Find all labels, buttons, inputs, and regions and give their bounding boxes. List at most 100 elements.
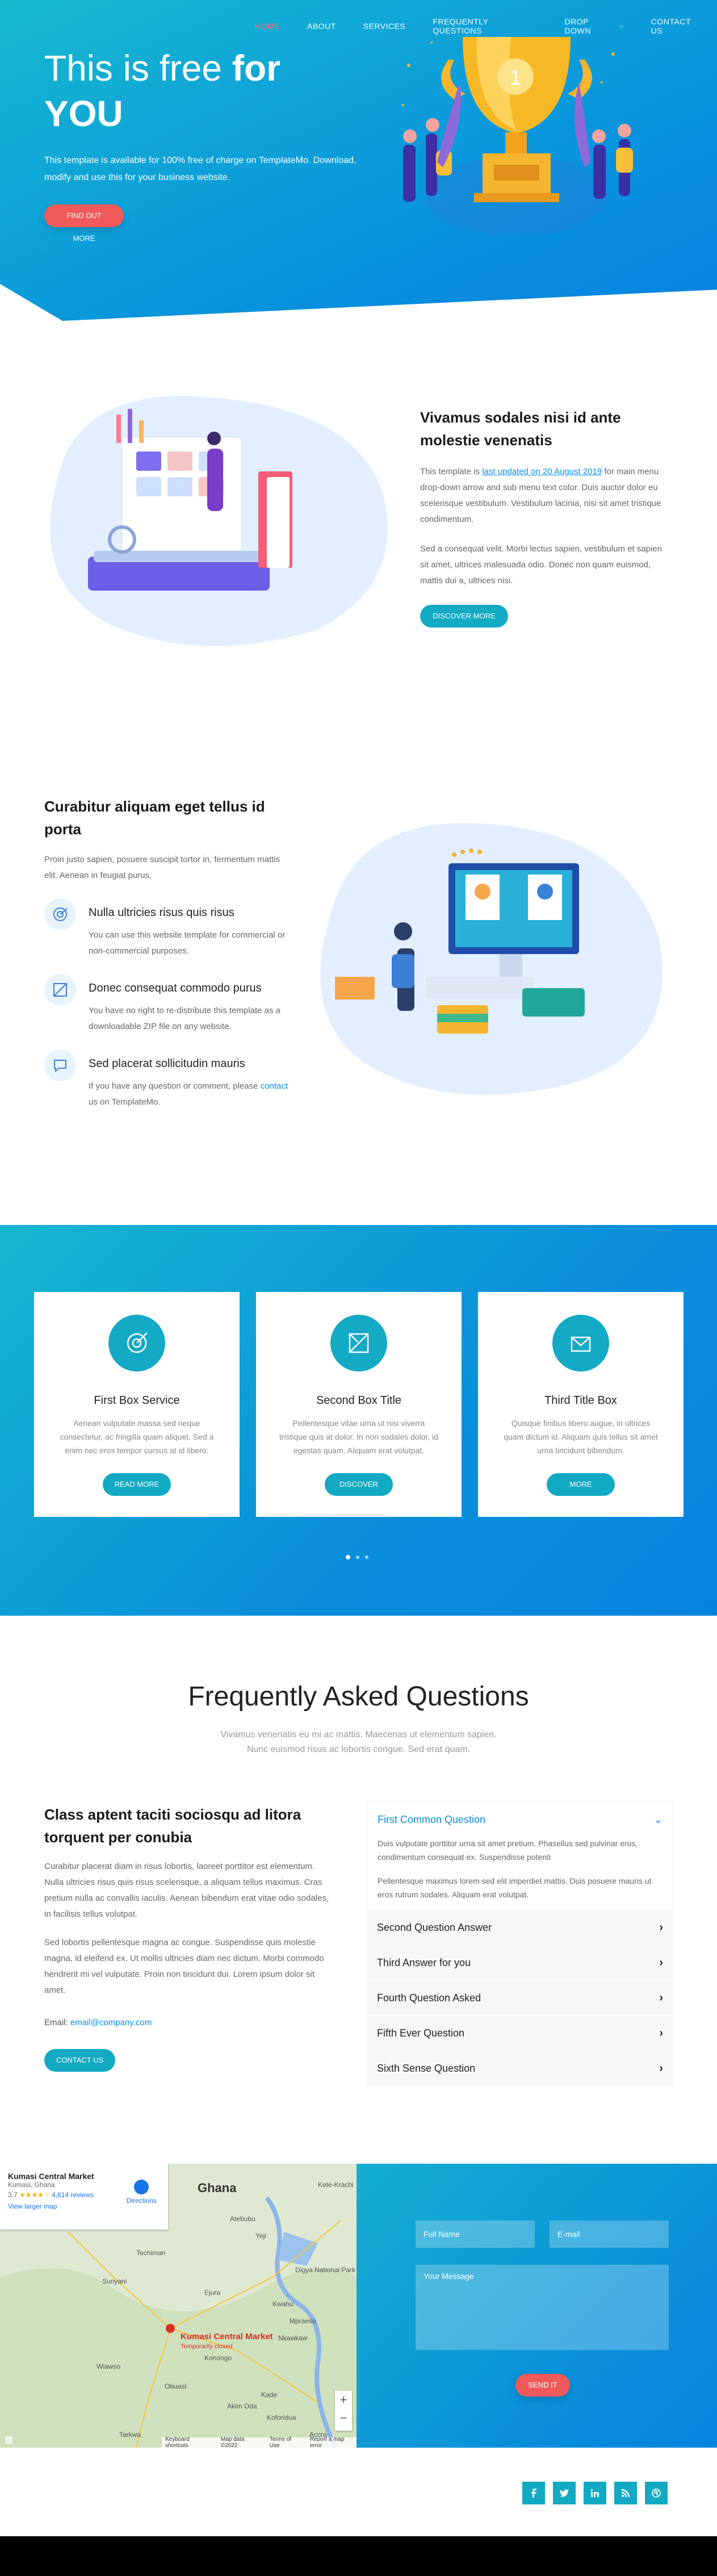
service-card: First Box Service Aenean vulputate massa…: [34, 1292, 240, 1517]
accordion-item[interactable]: Sixth Sense Question ›: [367, 2051, 673, 2086]
faq-left-title: Class aptent taciti sociosqu ad litora t…: [44, 1806, 301, 1846]
about-paragraph-1: This template is last updated on 20 Augu…: [420, 467, 661, 524]
chevron-right-icon: ›: [659, 1956, 663, 1969]
service-text: Quisque finibus libero augue, in ultrice…: [504, 1419, 658, 1455]
about-title: Vivamus sodales nisi id ante molestie ve…: [420, 409, 621, 449]
service-title: Third Title Box: [544, 1394, 617, 1407]
feature-title: Nulla ultricies risus quis risus: [89, 906, 234, 919]
faq-left-paragraph-1: Curabitur placerat diam in risus loborti…: [44, 1862, 329, 1919]
service-text: Pellentesque vitae urna ut nisi viverra …: [279, 1419, 439, 1455]
feature-text: You have no right to re-distribute this …: [89, 1006, 280, 1031]
accordion-item[interactable]: Fourth Question Asked ›: [367, 1980, 673, 2015]
features-title: Curabitur aliquam eget tellus id porta: [44, 798, 265, 838]
carousel-dot[interactable]: [365, 1555, 368, 1559]
map-zoom-control: + −: [335, 2391, 352, 2431]
terms-link[interactable]: Terms of Use: [270, 2436, 302, 2448]
chevron-down-icon: ⌵: [619, 23, 624, 30]
service-card: Second Box Title Pellentesque vitae urna…: [256, 1292, 462, 1517]
directions-icon: [134, 2180, 149, 2194]
service-title: First Box Service: [94, 1394, 180, 1407]
faq-accordion: First Common Question ⌄ Duis vulputate p…: [367, 1802, 673, 2086]
linkedin-icon[interactable]: [584, 2482, 606, 2504]
rss-icon[interactable]: [614, 2482, 637, 2504]
feature-title: Sed placerat sollicitudin mauris: [89, 1057, 245, 1070]
twitter-icon[interactable]: [553, 2482, 576, 2504]
google-map[interactable]: Atebubu Kete-Krachi Yeji Digya National …: [0, 2164, 357, 2448]
service-text: Aenean vulputate massa sed neque consect…: [60, 1419, 214, 1455]
keyboard-shortcuts-link[interactable]: Keyboard shortcuts: [165, 2436, 213, 2448]
carousel-dots: [346, 1555, 368, 1559]
email-field[interactable]: E-mail: [550, 2220, 669, 2248]
discover-more-button[interactable]: DISCOVER MORE: [325, 1473, 393, 1511]
map-pin-status: Temporarily closed: [181, 2343, 233, 2350]
hero-section: HOME ABOUT SERVICES FREQUENTLY QUESTIONS…: [0, 0, 717, 324]
discover-more-button[interactable]: DISCOVER MORE: [420, 605, 508, 628]
target-icon: [108, 1315, 165, 1371]
contact-link[interactable]: contact: [261, 1081, 288, 1091]
accordion-item[interactable]: Fifth Ever Question ›: [367, 2015, 673, 2051]
faq-subtitle: Vivamus venenatis eu mi ac mattis. Maece…: [220, 1730, 497, 1754]
contact-form: Full Name E-mail Your Message SEND IT: [357, 2164, 717, 2448]
footer-bar: [0, 2536, 717, 2576]
svg-text:1: 1: [509, 66, 521, 90]
contact-section: Atebubu Kete-Krachi Yeji Digya National …: [0, 2164, 717, 2470]
find-out-more-button[interactable]: FIND OUT MORE: [44, 204, 124, 242]
zoom-in-button[interactable]: +: [335, 2391, 352, 2409]
email-link[interactable]: email@company.com: [70, 2018, 152, 2027]
map-country-label: Ghana: [198, 2181, 237, 2195]
map-pin-label[interactable]: Kumasi Central Market: [181, 2332, 273, 2341]
carousel-dot[interactable]: [346, 1555, 350, 1559]
zoom-out-button[interactable]: −: [335, 2409, 352, 2427]
accordion-answer: Duis vulputate porttitor urna sit amet p…: [378, 1839, 652, 1899]
hero-lead: This template is available for 100% free…: [44, 156, 357, 182]
map-info-card: Kumasi Central Market Kumasi, Ghana 3.7 …: [0, 2164, 168, 2230]
accordion-item-open: First Common Question ⌄ Duis vulputate p…: [367, 1802, 673, 1910]
map-footer: Keyboard shortcuts Map data ©2022 Terms …: [162, 2436, 357, 2448]
workspace-illustration: [320, 823, 663, 1095]
chevron-down-icon: ⌄: [653, 1813, 663, 1825]
google-logo: ▦: [5, 2435, 14, 2445]
social-links: [522, 2482, 668, 2504]
faq-heading: Frequently Asked Questions: [188, 1682, 529, 1712]
accordion-question: First Common Question: [378, 1813, 486, 1825]
service-title: Second Box Title: [316, 1394, 402, 1407]
nav-home[interactable]: HOME: [241, 17, 293, 35]
contact-us-button[interactable]: CONTACT US: [44, 2049, 115, 2072]
read-more-button[interactable]: READ MORE: [103, 1473, 171, 1496]
feature-title: Donec consequat commodo purus: [89, 982, 262, 994]
trophy-illustration: 1: [402, 37, 633, 236]
last-updated-link[interactable]: last updated on 20 August 2019: [482, 467, 602, 476]
service-card: Third Title Box Quisque finibus libero a…: [478, 1292, 684, 1517]
feature-item: Nulla ultricies risus quis risus You can…: [44, 898, 294, 959]
feature-text: You can use this website template for co…: [89, 930, 286, 956]
accordion-item[interactable]: Second Question Answer ›: [367, 1910, 673, 1945]
dashboard-illustration: [50, 396, 388, 646]
accordion-header[interactable]: First Common Question ⌄: [367, 1803, 673, 1837]
faq-left-paragraph-2: Sed lobortis pellentesque magna ac congu…: [44, 1938, 324, 1995]
carousel-dot[interactable]: [356, 1555, 359, 1559]
accordion-item[interactable]: Third Answer for you ›: [367, 1945, 673, 1980]
place-name: Kumasi Central Market: [8, 2172, 94, 2181]
design-icon: [44, 974, 76, 1006]
map-data-text: Map data ©2022: [220, 2436, 245, 2448]
message-field[interactable]: Your Message: [416, 2265, 669, 2350]
about-section: Vivamus sodales nisi id ante molestie ve…: [0, 375, 717, 693]
features-section: Curabitur aliquam eget tellus id porta P…: [0, 784, 717, 1147]
report-error-link[interactable]: Report a map error: [310, 2436, 357, 2448]
chat-icon: [44, 1049, 76, 1081]
dribbble-icon[interactable]: [645, 2482, 668, 2504]
facebook-icon[interactable]: [522, 2482, 545, 2504]
full-name-field[interactable]: Full Name: [416, 2220, 535, 2248]
feature-text: If you have any question or comment, ple…: [89, 1081, 288, 1107]
chevron-right-icon: ›: [659, 1992, 663, 2004]
about-paragraph-2: Sed a consequat velit. Morbi lectus sapi…: [420, 544, 663, 586]
feature-item: Sed placerat sollicitudin mauris If you …: [44, 1049, 294, 1110]
send-button[interactable]: SEND IT: [515, 2374, 570, 2397]
email-line: Email: email@company.com: [44, 2018, 152, 2027]
feature-item: Donec consequat commodo purus You have n…: [44, 974, 294, 1035]
directions-button[interactable]: Directions: [127, 2180, 157, 2205]
design-tools-icon: [330, 1315, 387, 1371]
more-detail-button[interactable]: MORE DETAIL: [547, 1473, 615, 1511]
nav-about[interactable]: ABOUT: [293, 17, 350, 35]
features-intro: Proin justo sapien, posuere suscipit tor…: [44, 855, 280, 880]
